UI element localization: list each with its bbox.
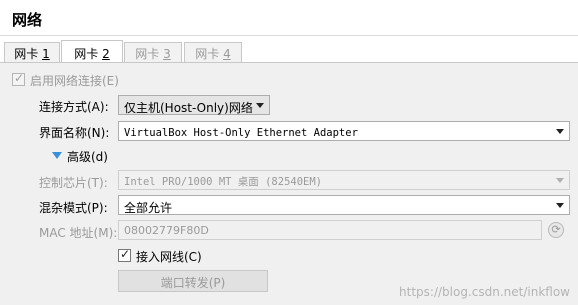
tab-adapter-3[interactable]: 网卡 3 xyxy=(124,42,182,62)
port-forwarding-button[interactable]: 端口转发(P) xyxy=(118,270,268,292)
attached-to-label: 连接方式(A): xyxy=(39,100,109,114)
tab-label: 网卡 xyxy=(195,47,224,61)
adapter-type-value: Intel PRO/1000 MT 桌面 (82540EM) xyxy=(124,176,323,188)
refresh-icon[interactable]: ⟳ xyxy=(548,222,564,238)
enable-adapter-label: 启用网络连接(E) xyxy=(30,74,119,88)
tab-label: 网卡 xyxy=(74,47,103,61)
promiscuous-label: 混杂模式(P): xyxy=(39,201,108,215)
mac-address-field[interactable]: 08002779F80D xyxy=(118,220,542,240)
watermark: https://blog.csdn.net/inkflow xyxy=(399,285,570,299)
adapter-type-label: 控制芯片(T): xyxy=(39,176,108,190)
mac-address-value: 08002779F80D xyxy=(124,224,209,237)
chevron-down-icon xyxy=(256,103,264,108)
promiscuous-select[interactable]: 全部允许 xyxy=(118,195,570,215)
tab-key: 1 xyxy=(42,47,50,61)
attached-to-select[interactable]: 仅主机(Host-Only)网络 xyxy=(118,95,270,115)
attached-to-value: 仅主机(Host-Only)网络 xyxy=(124,101,253,115)
cable-connected-checkbox[interactable]: ✓ xyxy=(118,247,131,262)
tab-key: 3 xyxy=(163,47,171,61)
tab-adapter-2[interactable]: 网卡 2 xyxy=(61,40,123,62)
tab-adapter-4[interactable]: 网卡 4 xyxy=(184,42,242,62)
page-title: 网络 xyxy=(12,11,43,29)
chevron-down-icon xyxy=(556,178,564,183)
triangle-down-icon[interactable] xyxy=(52,152,62,159)
chevron-down-icon xyxy=(556,203,564,208)
tab-label: 网卡 xyxy=(135,47,164,61)
mac-address-label: MAC 地址(M): xyxy=(39,226,118,240)
advanced-toggle[interactable]: 高级(d) xyxy=(67,148,108,165)
settings-header: 网络 xyxy=(0,0,578,36)
adapter-name-label: 界面名称(N): xyxy=(39,126,110,140)
adapter-type-select[interactable]: Intel PRO/1000 MT 桌面 (82540EM) xyxy=(118,170,570,190)
tab-key: 4 xyxy=(223,47,231,61)
promiscuous-value: 全部允许 xyxy=(124,201,173,215)
tab-key: 2 xyxy=(102,47,110,61)
tab-adapter-1[interactable]: 网卡 1 xyxy=(4,42,60,62)
tab-label: 网卡 xyxy=(14,47,43,61)
adapter-panel: ✓ 启用网络连接(E) 连接方式(A): 仅主机(Host-Only)网络 界面… xyxy=(0,62,578,305)
check-icon: ✓ xyxy=(14,71,25,85)
chevron-down-icon xyxy=(556,129,564,134)
cable-connected-label: 接入网线(C) xyxy=(136,250,202,264)
adapter-name-select[interactable]: VirtualBox Host-Only Ethernet Adapter xyxy=(118,121,570,141)
enable-adapter-checkbox[interactable]: ✓ xyxy=(12,71,25,86)
adapter-name-value: VirtualBox Host-Only Ethernet Adapter xyxy=(124,127,358,139)
check-icon: ✓ xyxy=(120,247,131,261)
